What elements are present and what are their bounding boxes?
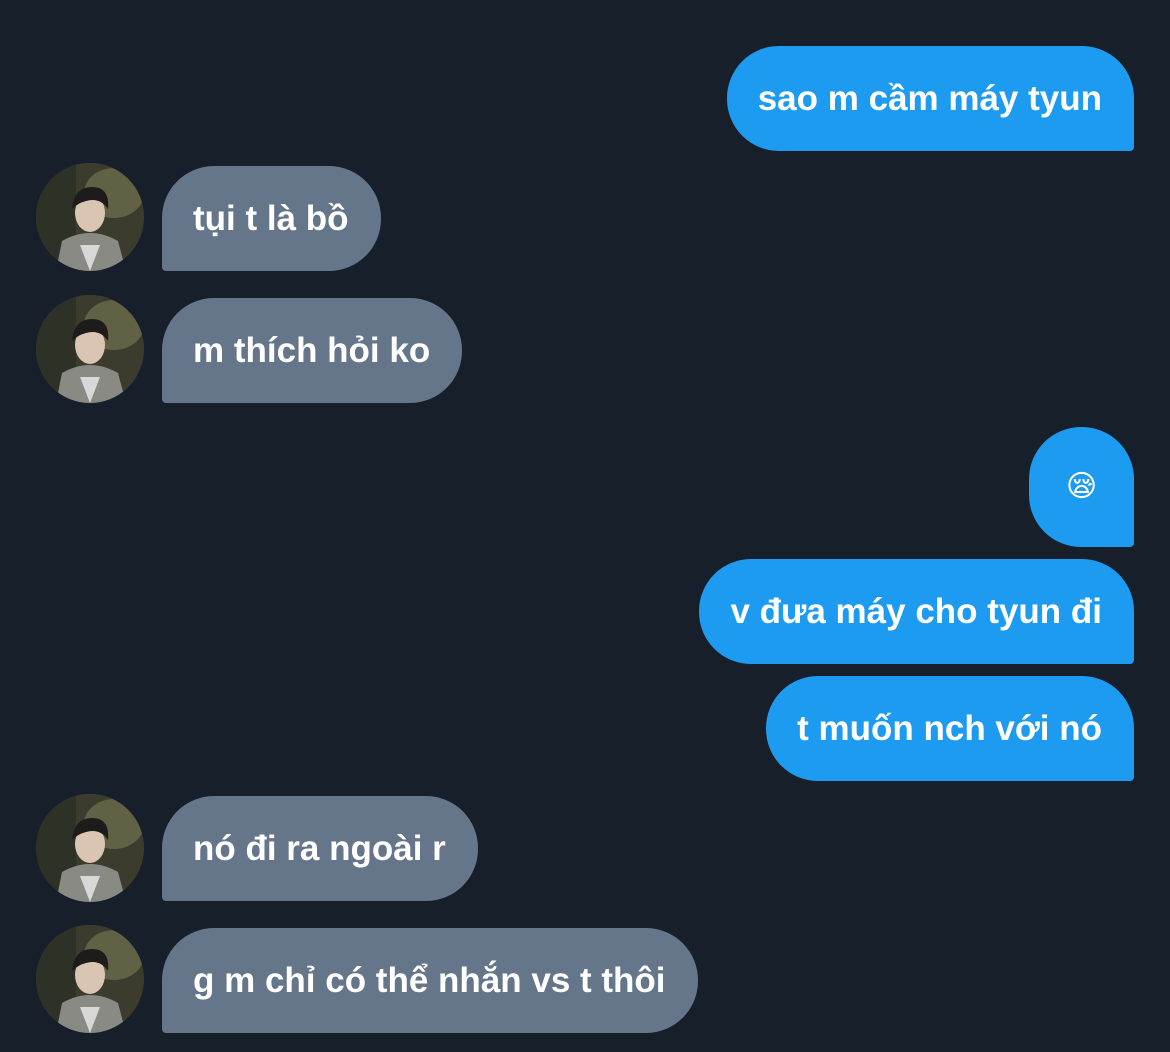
received-message-bubble[interactable]: g m chỉ có thể nhắn vs t thôi [162,928,698,1033]
avatar[interactable] [36,794,144,902]
profile-photo-icon [36,163,144,271]
sleepy-face-emoji: 😪 [1065,470,1098,503]
avatar[interactable] [36,163,144,271]
message-text: g m chỉ có thể nhắn vs t thôi [193,960,666,1000]
sent-message-bubble[interactable]: v đưa máy cho tyun đi [699,559,1134,664]
received-message-bubble[interactable]: m thích hỏi ko [162,298,463,403]
profile-photo-icon [36,794,144,902]
avatar[interactable] [36,295,144,403]
message-thread[interactable]: sao m cầm máy tyun tụi t là bồ m thích h… [0,0,1170,1052]
message-text: tụi t là bồ [193,198,349,238]
profile-photo-icon [36,925,144,1033]
message-text: v đưa máy cho tyun đi [730,591,1102,631]
sent-emoji-bubble[interactable]: 😪 [1029,427,1134,547]
message-text: m thích hỏi ko [193,330,431,370]
received-message-bubble[interactable]: nó đi ra ngoài r [162,796,478,901]
message-text: t muốn nch với nó [797,708,1102,748]
avatar[interactable] [36,925,144,1033]
message-text: nó đi ra ngoài r [193,828,446,868]
received-message-bubble[interactable]: tụi t là bồ [162,166,381,271]
sent-message-bubble[interactable]: t muốn nch với nó [766,676,1134,781]
sent-message-bubble[interactable]: sao m cầm máy tyun [726,46,1134,151]
profile-photo-icon [36,295,144,403]
message-text: sao m cầm máy tyun [757,78,1102,118]
